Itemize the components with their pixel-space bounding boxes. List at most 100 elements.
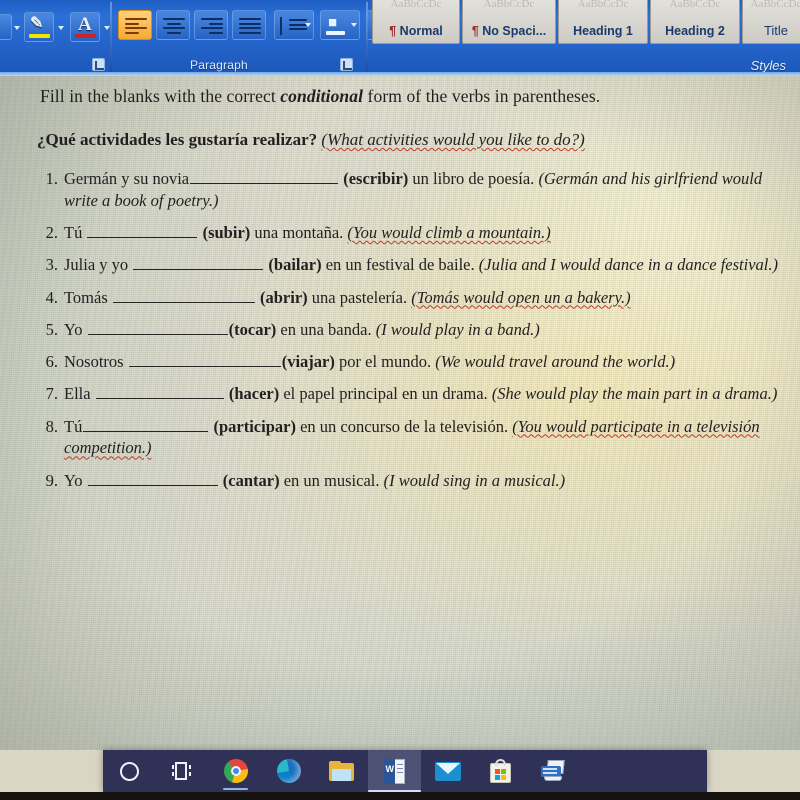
style-item-title[interactable]: AaBbCcDc Title	[742, 0, 800, 44]
line-spacing-arrow-icon	[280, 17, 282, 35]
list-item: 6. Nosotros (viajar) por el mundo. (We wo…	[46, 351, 780, 373]
styles-group-label: Styles	[750, 58, 786, 73]
item-rest: el papel principal en un drama.	[279, 384, 488, 404]
group-divider	[110, 2, 112, 72]
list-item: 1. Germán y su novia (escribir) un libro …	[46, 168, 780, 212]
answer-blank[interactable]	[87, 223, 198, 239]
item-translation: (I would sing in a musical.)	[383, 470, 566, 490]
item-number: 2.	[45, 223, 58, 243]
highlight-color-bar	[29, 34, 50, 38]
item-verb: (cantar)	[222, 470, 280, 490]
align-left-button[interactable]	[118, 10, 152, 40]
align-center-button[interactable]	[156, 10, 190, 40]
highlighter-icon: ✎	[30, 15, 44, 32]
list-item: 9. Yo (cantar) en un musical. (I would si…	[46, 470, 780, 492]
answer-blank[interactable]	[87, 471, 218, 486]
shading-button[interactable]: ■	[320, 10, 360, 40]
item-subject: Yo	[64, 319, 87, 339]
taskbar-item-task-view[interactable]	[156, 750, 209, 792]
word-ribbon: ✎ A ■ Paragraph AaBbCcDc ¶ Normal AaBbCc…	[0, 0, 800, 76]
chevron-down-icon[interactable]	[14, 26, 20, 30]
taskbar-item-word[interactable]: W	[368, 750, 421, 792]
item-translation: (She would play the main part in a drama…	[491, 384, 778, 404]
word-icon: W	[384, 758, 405, 784]
taskbar-item-scanner[interactable]	[527, 750, 580, 792]
style-item-heading-1[interactable]: AaBbCcDc Heading 1	[558, 0, 648, 44]
item-number: 7.	[45, 384, 58, 404]
answer-blank[interactable]	[83, 417, 209, 432]
line-spacing-button[interactable]	[274, 10, 314, 40]
list-item: 2. Tú (subir) una montaña. (You would cli…	[46, 222, 780, 244]
line-spacing-chevron-down-icon[interactable]	[305, 23, 311, 27]
justify-button[interactable]	[232, 10, 266, 40]
taskbar-item-cortana[interactable]	[103, 750, 156, 792]
font-color-bar	[75, 34, 96, 38]
file-explorer-icon	[329, 761, 354, 781]
item-number: 4.	[45, 287, 58, 307]
desktop-left-area	[0, 750, 103, 792]
taskbar-item-edge[interactable]	[262, 750, 315, 792]
item-number: 6.	[45, 352, 58, 372]
item-subject: Ella	[64, 384, 95, 404]
font-group-partial-button[interactable]	[0, 14, 12, 40]
answer-blank[interactable]	[95, 384, 224, 400]
item-verb: (subir)	[202, 223, 251, 243]
answer-blank[interactable]	[190, 169, 339, 184]
style-preview-text-2: AaBbCcDc	[483, 0, 535, 10]
windows-taskbar: W	[103, 750, 707, 792]
answer-blank[interactable]	[133, 255, 264, 271]
style-preview-text-4: AaBbCcDc	[669, 0, 721, 10]
answer-blank[interactable]	[128, 352, 281, 368]
taskbar-item-file-explorer[interactable]	[315, 750, 368, 792]
item-subject: Tú	[64, 223, 87, 243]
item-subject: Tomás	[64, 287, 112, 307]
answer-blank[interactable]	[87, 320, 228, 335]
style-item-no-spacing[interactable]: AaBbCcDc ¶ No Spaci...	[462, 0, 556, 44]
document-page[interactable]: Fill in the blanks with the correct cond…	[0, 76, 800, 758]
cortana-icon	[120, 761, 139, 781]
chrome-icon	[223, 759, 248, 783]
item-rest: un libro de poesía.	[408, 169, 535, 188]
list-item: 7. Ella (hacer) el papel principal en un …	[46, 383, 780, 405]
item-verb: (abrir)	[260, 287, 308, 307]
text-highlight-color-button[interactable]: ✎	[24, 12, 54, 42]
paragraph-dialog-launcher[interactable]	[340, 58, 353, 71]
item-subject: Yo	[64, 470, 87, 490]
task-view-icon	[171, 762, 194, 780]
group-divider-2	[366, 2, 368, 72]
list-item: 4. Tomás (abrir) una pastelería. (Tomás w…	[46, 287, 780, 309]
photographed-screen: ✎ A ■ Paragraph AaBbCcDc ¶ Normal AaBbCc…	[0, 0, 800, 800]
ribbon-group-paragraph: ■ Paragraph	[114, 0, 406, 76]
font-color-letter-icon: A	[78, 14, 92, 35]
item-rest: en un musical.	[279, 470, 380, 490]
item-rest: en una banda.	[276, 319, 372, 339]
list-item: 5. Yo (tocar) en una banda. (I would play…	[46, 319, 780, 341]
shading-chevron-down-icon[interactable]	[351, 23, 357, 27]
font-color-button[interactable]: A	[70, 12, 100, 42]
item-number: 5.	[45, 319, 58, 339]
style-item-no-spacing-label: ¶ No Spaci...	[471, 24, 547, 38]
style-item-normal[interactable]: AaBbCcDc ¶ Normal	[372, 0, 460, 44]
item-translation: (Tomás would open un a bakery.)	[411, 287, 631, 307]
item-rest: en un concurso de la televisión.	[295, 416, 509, 436]
style-item-normal-label: ¶ Normal	[389, 24, 443, 38]
font-dialog-launcher[interactable]	[92, 58, 105, 71]
ribbon-group-font: ✎ A	[0, 0, 110, 76]
style-item-heading-2[interactable]: AaBbCcDc Heading 2	[650, 0, 740, 44]
scanner-icon	[541, 760, 566, 782]
item-verb: (bailar)	[268, 255, 322, 275]
item-verb: (participar)	[213, 416, 296, 436]
item-subject: Germán y su novia	[64, 169, 190, 188]
document-body: Fill in the blanks with the correct cond…	[0, 76, 800, 758]
shading-color-bar	[326, 31, 345, 35]
answer-blank[interactable]	[112, 288, 255, 303]
item-subject: Tú	[64, 416, 83, 436]
taskbar-item-mail[interactable]	[421, 750, 474, 792]
style-preview-text-5: AaBbCcDc	[750, 0, 800, 10]
edge-icon	[276, 759, 301, 783]
align-right-button[interactable]	[194, 10, 228, 40]
taskbar-item-microsoft-store[interactable]	[474, 750, 527, 792]
taskbar-item-chrome[interactable]	[209, 750, 262, 792]
item-verb: (escribir)	[343, 169, 409, 188]
highlight-chevron-down-icon[interactable]	[58, 26, 64, 30]
